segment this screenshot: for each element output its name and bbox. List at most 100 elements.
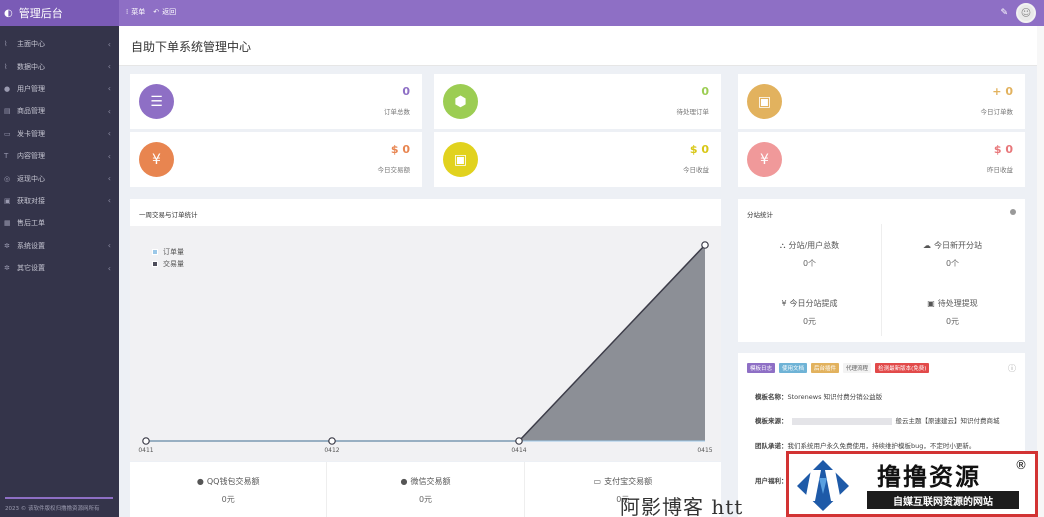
sidebar-item-tickets[interactable]: ▦ 售后工单 bbox=[0, 212, 119, 234]
wrench-icon[interactable]: ✎ bbox=[1000, 8, 1008, 18]
alipay-icon: ▭ bbox=[593, 477, 602, 486]
area-chart-icon: ⌇ bbox=[4, 62, 8, 71]
back-button[interactable]: ↶ 返回 bbox=[153, 7, 176, 17]
stat-value: + 0 bbox=[992, 85, 1013, 98]
cog-icon: ✲ bbox=[4, 264, 10, 273]
tag-plugins[interactable]: 后台插件 bbox=[811, 363, 840, 373]
chevron-left-icon: ‹ bbox=[107, 39, 111, 49]
payment-qq: ● QQ钱包交易额 0元 bbox=[130, 462, 328, 517]
yen-icon: ¥ bbox=[781, 299, 787, 308]
x-tick-label: 0415 bbox=[697, 447, 712, 454]
info-text: Storenews 知识付费分销公益版 bbox=[787, 393, 883, 401]
payment-value: 0元 bbox=[418, 495, 433, 504]
sidebar-item-content[interactable]: T 内容管理 ‹ bbox=[0, 145, 119, 167]
stat-card-yesterday-income: ¥ $ 0 昨日收益 bbox=[738, 132, 1025, 187]
stat-value: $ 0 bbox=[993, 143, 1013, 156]
content-icon: T bbox=[4, 152, 9, 161]
chart-panel-title: 一周交易与订单统计 bbox=[139, 211, 198, 219]
target-icon: ◎ bbox=[4, 174, 11, 183]
yen-icon: ¥ bbox=[747, 142, 782, 177]
substation-stat-value: 0元 bbox=[802, 317, 817, 326]
series-area-trade bbox=[146, 245, 705, 441]
substation-stat-label: 待处理提现 bbox=[937, 299, 978, 308]
payment-label: QQ钱包交易额 bbox=[206, 477, 260, 486]
x-tick-label: 0414 bbox=[511, 447, 526, 454]
payment-value: 0元 bbox=[221, 495, 235, 504]
sidebar: ⌇ 主面中心 ‹ ⌇ 数据中心 ‹ ● 用户管理 ‹ ▤ 商品管理 ‹ ▭ 发卡管理 ‹ T 内容管理… bbox=[0, 26, 119, 517]
cloud-icon: ☁ bbox=[923, 241, 931, 250]
sidebar-item-other[interactable]: ✲ 其它设置 ‹ bbox=[0, 257, 119, 279]
stat-value: $ 0 bbox=[689, 143, 709, 156]
chevron-left-icon: ‹ bbox=[107, 129, 111, 139]
sidebar-item-label: 商品管理 bbox=[17, 107, 45, 116]
legend-swatch bbox=[152, 261, 158, 267]
substation-stat: ⛬ 分站/用户总数 0个 bbox=[738, 240, 881, 269]
stat-label: 今日订单数 bbox=[980, 108, 1014, 116]
substation-stat-label: 今日分站提成 bbox=[789, 299, 838, 308]
info-text: 般云主题【原速建云】知识付费商城 bbox=[895, 417, 1000, 425]
info-icon[interactable]: ⓘ bbox=[1008, 363, 1016, 374]
top-nav: ⁞ 菜单 ↶ 返回 bbox=[126, 7, 184, 17]
copyright-text: 2023 © 该软件版权归撸撸资源网所有 bbox=[5, 506, 100, 512]
logo-subtitle: 自媒互联网资源的网站 bbox=[867, 491, 1019, 509]
watermark-text: 阿影博客 htt bbox=[620, 495, 744, 517]
info-label: 团队承诺： bbox=[755, 442, 788, 450]
brand[interactable]: ◐ 管理后台 bbox=[0, 0, 119, 26]
sidebar-item-label: 发卡管理 bbox=[17, 129, 45, 138]
legend-item[interactable]: 交易量 bbox=[152, 258, 184, 270]
substation-stat-value: 0个 bbox=[802, 259, 817, 268]
collapse-dot-icon[interactable] bbox=[1010, 209, 1016, 215]
substation-stat-value: 0元 bbox=[945, 317, 960, 326]
page-title: 自助下单系统管理中心 bbox=[131, 40, 252, 54]
sidebar-item-label: 获取对接 bbox=[17, 196, 45, 205]
back-label: 返回 bbox=[162, 8, 177, 16]
avatar[interactable]: ☺ bbox=[1016, 3, 1036, 23]
sidebar-item-data[interactable]: ⌇ 数据中心 ‹ bbox=[0, 55, 119, 77]
brand-title: 管理后台 bbox=[18, 7, 63, 20]
substation-panel-title: 分站统计 bbox=[747, 211, 773, 219]
sidebar-item-docking[interactable]: ▣ 获取对接 ‹ bbox=[0, 190, 119, 212]
chart-panel-header: 一周交易与订单统计 bbox=[130, 199, 721, 226]
sidebar-item-system[interactable]: ✲ 系统设置 ‹ bbox=[0, 235, 119, 257]
sidebar-item-users[interactable]: ● 用户管理 ‹ bbox=[0, 78, 119, 100]
legend-swatch bbox=[152, 249, 158, 255]
menu-button[interactable]: ⁞ 菜单 bbox=[126, 7, 145, 17]
wechat-icon: ● bbox=[400, 477, 408, 486]
sidebar-item-label: 返现中心 bbox=[17, 174, 45, 183]
payment-wechat: ● 微信交易额 0元 bbox=[327, 462, 525, 517]
money-icon: ▣ bbox=[927, 299, 935, 308]
chart-legend: 订单量 交易量 bbox=[152, 246, 184, 270]
weekly-chart: 0411 0412 0414 0415 bbox=[138, 241, 713, 454]
tag-docs[interactable]: 使用文档 bbox=[779, 363, 808, 373]
stat-label: 今日交易额 bbox=[377, 166, 411, 174]
tag-agent-flow[interactable]: 代理流程 bbox=[843, 363, 872, 373]
chevron-left-icon: ‹ bbox=[107, 151, 111, 161]
yen-icon: ¥ bbox=[139, 142, 174, 177]
menu-label: 菜单 bbox=[131, 8, 146, 16]
chevron-left-icon: ‹ bbox=[107, 106, 111, 116]
substation-stat: ▣ 待处理提现 0元 bbox=[881, 298, 1024, 327]
stat-card-pending-orders: ⬢ 0 待处理订单 bbox=[434, 74, 721, 129]
ticket-icon: ▦ bbox=[4, 219, 11, 228]
list-icon: ☰ bbox=[139, 84, 174, 119]
payment-label: 支付宝交易额 bbox=[604, 477, 653, 486]
info-line: 团队承诺：我们系统用户永久免费使用，持续维护模板bug，不定时小更新。 bbox=[755, 441, 1020, 451]
sidebar-item-label: 用户管理 bbox=[17, 84, 45, 93]
stat-label: 待处理订单 bbox=[676, 108, 710, 116]
sidebar-item-label: 主面中心 bbox=[17, 40, 45, 49]
info-line: 模板来源： 般云主题【原速建云】知识付费商城 bbox=[755, 416, 1020, 426]
gift-icon: ▣ bbox=[4, 196, 11, 205]
info-label: 模板名称： bbox=[755, 393, 788, 401]
tag-check-update[interactable]: 检测最新版本(免费) bbox=[875, 363, 930, 373]
substation-stat-value: 0个 bbox=[945, 259, 960, 268]
legend-item[interactable]: 订单量 bbox=[152, 246, 184, 258]
registered-mark: ® bbox=[1015, 458, 1027, 472]
legend-label: 订单量 bbox=[163, 248, 184, 256]
tag-template-log[interactable]: 模板日志 bbox=[747, 363, 776, 373]
sidebar-item-products[interactable]: ▤ 商品管理 ‹ bbox=[0, 100, 119, 122]
sidebar-item-cards[interactable]: ▭ 发卡管理 ‹ bbox=[0, 123, 119, 145]
sidebar-item-dashboard[interactable]: ⌇ 主面中心 ‹ bbox=[0, 33, 119, 55]
sidebar-item-cashback[interactable]: ◎ 返现中心 ‹ bbox=[0, 167, 119, 189]
substation-stat-label: 分站/用户总数 bbox=[788, 241, 840, 250]
scroll-track[interactable] bbox=[1037, 26, 1044, 517]
